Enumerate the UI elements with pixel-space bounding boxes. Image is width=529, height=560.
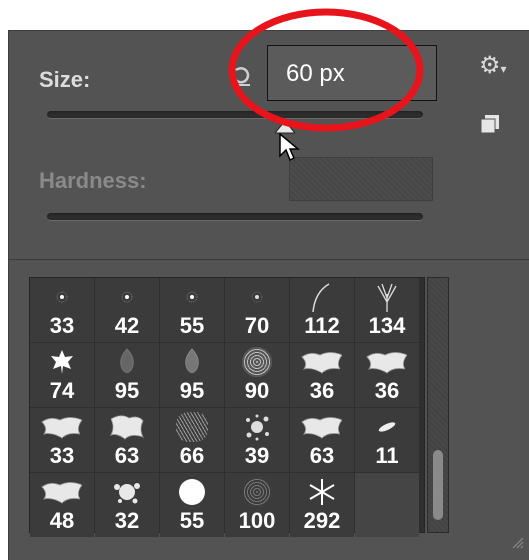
spray-texture-icon: [225, 477, 289, 507]
brush-size-label: 95: [114, 378, 140, 403]
brush-tile[interactable]: 39: [225, 408, 289, 472]
brush-tile[interactable]: 63: [290, 408, 354, 472]
brush-tile[interactable]: 36: [355, 343, 419, 407]
chalk-texture-icon: [290, 347, 354, 377]
chalk-texture-icon: [355, 347, 419, 377]
brush-tile[interactable]: 33: [30, 408, 94, 472]
snowflake-icon: [290, 477, 354, 507]
brush-size-label: 32: [114, 508, 140, 533]
brush-size-label: 55: [179, 508, 205, 533]
hardness-label: Hardness:: [39, 168, 147, 193]
maple-leaf-icon: [30, 347, 94, 377]
empty-brush-slot: [355, 473, 419, 537]
brush-tile[interactable]: 90: [225, 343, 289, 407]
chalk-texture-icon: [95, 412, 159, 442]
size-value-field[interactable]: 60 px: [267, 45, 437, 101]
brush-tile[interactable]: 48: [30, 473, 94, 537]
resize-grip-icon[interactable]: [508, 533, 524, 554]
brush-preset-grid: 33 42 55 70 112 134 74 95 95 90 36 36 33…: [29, 277, 425, 537]
brush-size-label: 70: [244, 313, 270, 338]
reset-size-icon[interactable]: [229, 63, 253, 92]
gear-icon[interactable]: ⚙▾: [479, 51, 507, 80]
brush-tile[interactable]: 63: [95, 408, 159, 472]
brush-size-label: 134: [368, 313, 406, 338]
brush-size-label: 11: [375, 443, 399, 468]
soft-dot-icon: [95, 282, 159, 312]
brush-tile[interactable]: 55: [160, 278, 224, 342]
brush-size-label: 90: [244, 378, 270, 403]
brush-size-label: 63: [114, 443, 140, 468]
streak-icon: [355, 412, 419, 442]
brush-size-label: 63: [309, 443, 335, 468]
hard-round-icon: [160, 477, 224, 507]
brush-size-label: 36: [309, 378, 335, 403]
soft-dot-icon: [30, 282, 94, 312]
brush-size-label: 33: [49, 443, 75, 468]
brush-tile[interactable]: 55: [160, 473, 224, 537]
brush-tile[interactable]: 292: [290, 473, 354, 537]
grass-tuft-icon: [355, 282, 419, 312]
mouse-cursor-icon: [278, 132, 302, 167]
brush-tile[interactable]: 95: [95, 343, 159, 407]
brush-size-label: 112: [304, 313, 340, 338]
brush-size-label: 66: [179, 443, 205, 468]
brush-tile[interactable]: 100: [225, 473, 289, 537]
brush-size-label: 74: [49, 378, 75, 403]
soft-dot-icon: [225, 282, 289, 312]
hardness-slider-track: [47, 213, 423, 221]
leaf-icon: [160, 347, 224, 377]
spray-texture-icon: [160, 412, 224, 442]
brush-tile[interactable]: 11: [355, 408, 419, 472]
brush-tile[interactable]: 42: [95, 278, 159, 342]
brush-size-label: 292: [303, 508, 341, 533]
brush-tile[interactable]: 74: [30, 343, 94, 407]
size-label: Size:: [39, 67, 91, 92]
brush-size-label: 95: [179, 378, 205, 403]
splatter-icon: [95, 477, 159, 507]
brush-tile[interactable]: 112: [290, 278, 354, 342]
size-slider-track[interactable]: [47, 111, 423, 119]
brush-size-label: 100: [238, 508, 276, 533]
brush-size-label: 48: [49, 508, 75, 533]
chalk-texture-icon: [290, 412, 354, 442]
grass-stroke-icon: [290, 282, 354, 312]
brush-tile[interactable]: 66: [160, 408, 224, 472]
new-preset-icon[interactable]: [479, 113, 501, 140]
brush-size-label: 42: [114, 313, 140, 338]
soft-dot-icon: [160, 282, 224, 312]
hardness-value-field: [289, 157, 433, 201]
brush-size-label: 39: [244, 443, 270, 468]
divider: [9, 259, 529, 260]
brush-size-label: 55: [179, 313, 205, 338]
brush-size-label: 33: [49, 313, 75, 338]
brush-tile[interactable]: 36: [290, 343, 354, 407]
scrollbar-thumb[interactable]: [433, 450, 443, 520]
splatter-icon: [225, 412, 289, 442]
chalk-texture-icon: [30, 412, 94, 442]
chalk-texture-icon: [30, 477, 94, 507]
leaf-icon: [95, 347, 159, 377]
brush-size-label: 36: [374, 378, 400, 403]
brush-tile[interactable]: 33: [30, 278, 94, 342]
brush-tile[interactable]: 134: [355, 278, 419, 342]
brush-tile[interactable]: 70: [225, 278, 289, 342]
brush-preset-panel: Size: 60 px ⚙▾ Hardness: 33 42 55 70 112…: [8, 30, 529, 560]
scatter-texture-icon: [225, 347, 289, 377]
brush-tile[interactable]: 95: [160, 343, 224, 407]
brush-grid-scrollbar[interactable]: [427, 277, 449, 533]
brush-tile[interactable]: 32: [95, 473, 159, 537]
